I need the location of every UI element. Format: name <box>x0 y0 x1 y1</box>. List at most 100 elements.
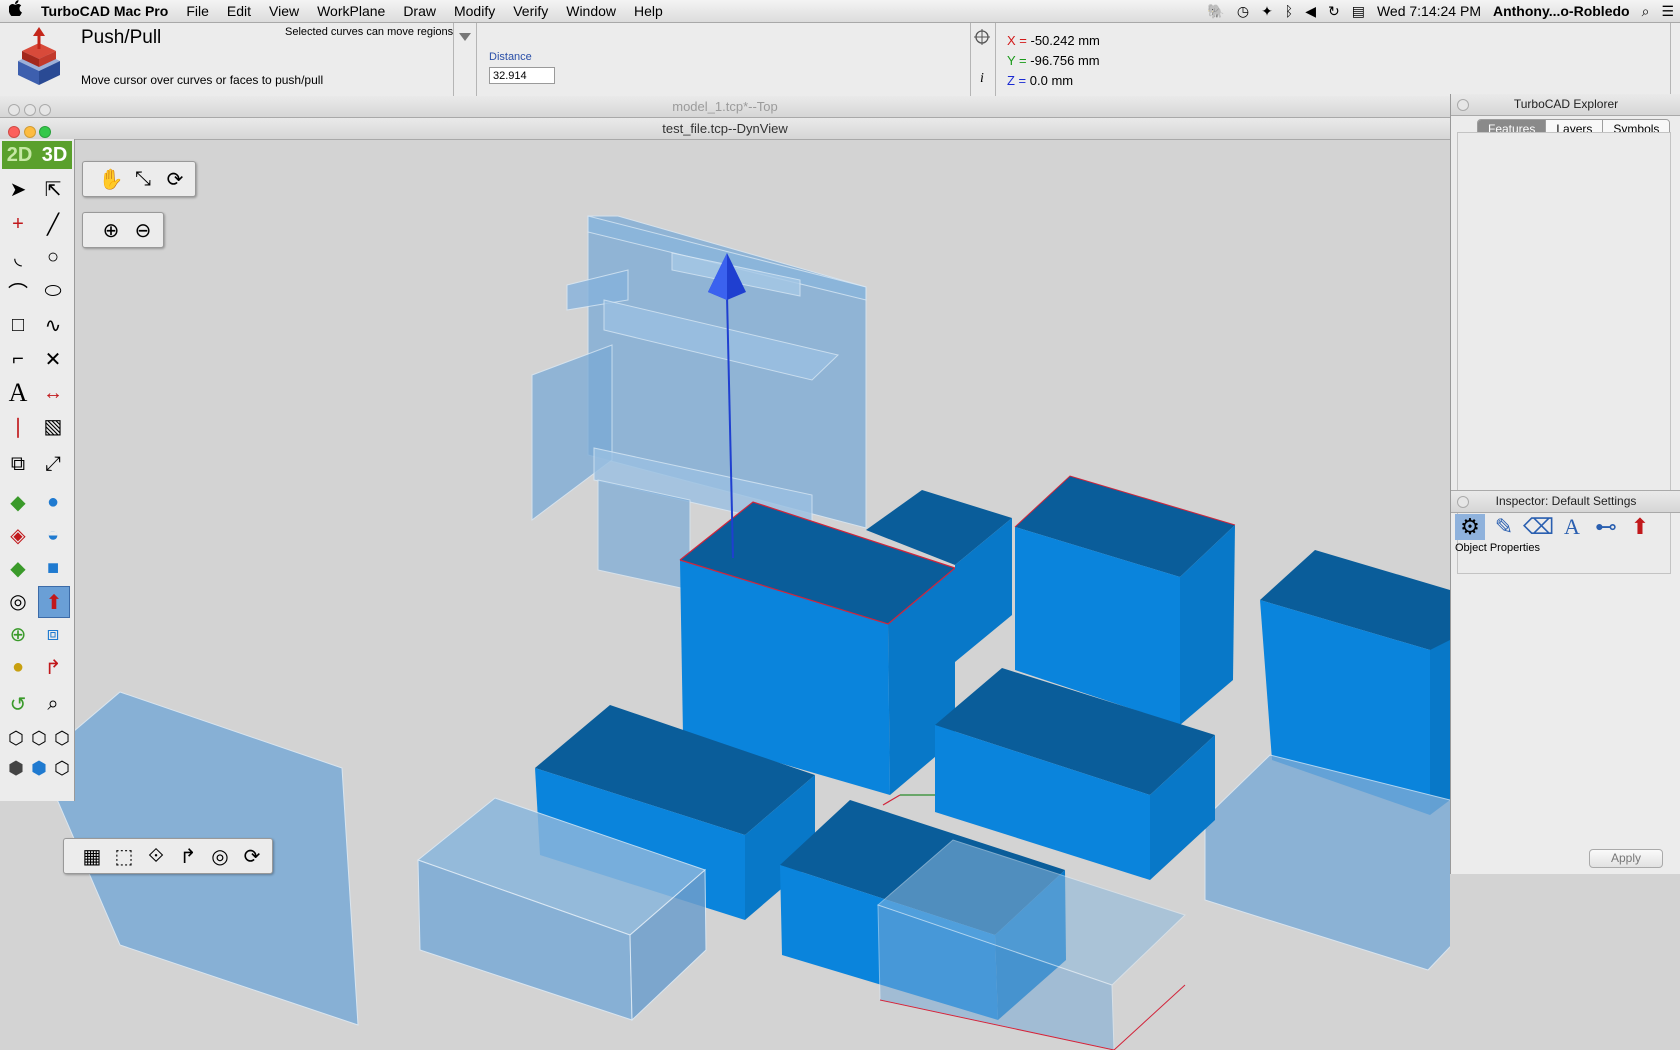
snap-target-icon[interactable] <box>974 29 990 48</box>
back-window-title: model_1.tcp*--Top <box>672 99 778 114</box>
info-icon[interactable]: i <box>980 71 984 87</box>
object-properties-icon[interactable]: ⚙ <box>1455 514 1485 540</box>
evernote-icon[interactable]: 🐘 <box>1201 3 1230 20</box>
menu-help[interactable]: Help <box>625 0 672 22</box>
sweep-tool-icon[interactable]: ◎ <box>3 586 33 616</box>
insert-tool-icon[interactable]: ↱ <box>38 652 68 682</box>
explorer-close-button[interactable] <box>1457 99 1469 111</box>
point-tool-icon[interactable]: + <box>3 209 33 239</box>
orbit-view-icon[interactable]: ⟳ <box>161 167 189 192</box>
curve-tool-icon[interactable]: ⌒ <box>3 276 33 306</box>
distance-field[interactable] <box>489 67 555 84</box>
loft-tool-icon[interactable]: ◆ <box>3 553 33 583</box>
quick-render-view-icon[interactable]: ⬡ <box>47 723 77 753</box>
section-tool-icon[interactable]: ⧈ <box>38 619 68 649</box>
spotlight-search-icon[interactable]: ⌕ <box>1636 3 1656 20</box>
direct-select-icon[interactable]: ⇱ <box>38 174 68 204</box>
zoom-button[interactable] <box>39 104 52 116</box>
time-machine-icon[interactable]: ◷ <box>1231 3 1255 20</box>
boolean-tool-icon[interactable]: ◒ <box>38 520 68 550</box>
navigation-palette: ✋ ⤡ ⟳ <box>82 161 196 197</box>
refresh-icon[interactable]: ⟳ <box>238 844 266 869</box>
marker-tool-icon[interactable]: ❘ <box>3 411 33 441</box>
add-part-icon[interactable]: ⊕ <box>3 619 33 649</box>
pan-hand-icon[interactable]: ✋ <box>97 167 125 192</box>
scale-tool-icon[interactable]: ⧉ <box>3 449 33 479</box>
dimension-properties-icon[interactable]: ⊷ <box>1591 514 1621 540</box>
close-button[interactable] <box>8 104 20 116</box>
circle-tool-icon[interactable]: ○ <box>38 242 68 272</box>
menu-edit[interactable]: Edit <box>218 0 260 22</box>
rotate-selection-icon[interactable]: ⟐ <box>142 845 170 868</box>
apply-button[interactable]: Apply <box>1589 849 1663 868</box>
mode-switch[interactable]: 2D 3D <box>2 141 72 169</box>
menu-verify[interactable]: Verify <box>504 0 557 22</box>
zoom-window-icon[interactable]: ⤡ <box>129 168 157 191</box>
dimension-tool-icon[interactable]: ↔ <box>38 378 68 408</box>
inspector-close-button[interactable] <box>1457 496 1469 508</box>
tool-palette: 2D 3D ➤ ⇱ + ╱ ◟ ○ ⌒ ⬭ □ ∿ ⌐ ✕ A ↔ ❘ ▧ ⧉ … <box>0 139 75 801</box>
mode-2d-button[interactable]: 2D <box>7 144 33 167</box>
apple-menu-icon[interactable] <box>0 0 32 22</box>
explorer-titlebar[interactable]: TurboCAD Explorer <box>1451 94 1680 116</box>
bluetooth-icon[interactable]: ᛒ <box>1279 3 1299 19</box>
render-properties-icon[interactable]: ⬆ <box>1625 514 1655 540</box>
notification-center-icon[interactable]: ☰ <box>1655 3 1680 20</box>
minimize-button[interactable] <box>23 126 36 138</box>
back-window-titlebar[interactable]: model_1.tcp*--Top <box>0 96 1450 118</box>
push-pull-tool-button[interactable]: ⬆ <box>38 586 70 618</box>
clock[interactable]: Wed 7:14:24 PM <box>1371 3 1487 19</box>
circle-snap-icon[interactable]: ◎ <box>206 844 234 869</box>
dropbox-icon[interactable]: ✦ <box>1255 3 1279 20</box>
rectangle-tool-icon[interactable]: □ <box>3 310 33 340</box>
line-tool-icon[interactable]: ╱ <box>38 209 68 239</box>
close-button[interactable] <box>8 126 20 138</box>
trim-tool-icon[interactable]: ✕ <box>38 344 68 374</box>
sync-icon[interactable]: ↻ <box>1322 3 1346 20</box>
fillet-tool-icon[interactable]: ⌐ <box>3 344 33 374</box>
select-region-icon[interactable]: ⬚ <box>110 844 138 869</box>
tool-name: Push/Pull <box>81 27 162 48</box>
front-window-titlebar[interactable]: test_file.tcp--DynView <box>0 118 1450 140</box>
orbit-tool-icon[interactable]: ↺ <box>3 689 33 719</box>
text-properties-icon[interactable]: A <box>1557 514 1587 540</box>
extrude-tool-icon[interactable]: ◆ <box>3 487 33 517</box>
select-arrow-icon[interactable]: ➤ <box>3 174 33 204</box>
menu-workplane[interactable]: WorkPlane <box>308 0 394 22</box>
drawing-viewport[interactable] <box>0 140 1450 1050</box>
arc-tool-icon[interactable]: ◟ <box>3 242 33 272</box>
render-tool-icon[interactable]: ● <box>3 652 33 682</box>
hatch-tool-icon[interactable]: ▧ <box>38 411 68 441</box>
menu-modify[interactable]: Modify <box>445 0 504 22</box>
tool-options-dropdown[interactable] <box>458 30 472 45</box>
zoom-button[interactable] <box>39 126 52 138</box>
volume-icon[interactable]: ◀ <box>1299 3 1322 20</box>
revolve-tool-icon[interactable]: ◈ <box>3 520 33 550</box>
zoom-tool-icon[interactable]: ⌕ <box>38 689 68 719</box>
spline-tool-icon[interactable]: ∿ <box>38 310 68 340</box>
sphere-tool-icon[interactable]: ● <box>38 487 68 517</box>
calendar-icon[interactable]: ▤ <box>1346 3 1371 20</box>
view-layout-icon[interactable]: ▦ <box>78 844 106 869</box>
text-tool-icon[interactable]: A <box>3 378 33 408</box>
menu-file[interactable]: File <box>177 0 218 22</box>
z-axis-label: Z = <box>1007 73 1027 88</box>
minimize-button[interactable] <box>23 104 36 116</box>
transform-tool-icon[interactable]: ⤢ <box>38 449 68 479</box>
menu-view[interactable]: View <box>260 0 308 22</box>
zoom-out-icon[interactable]: ⊖ <box>129 218 157 243</box>
inspector-titlebar[interactable]: Inspector: Default Settings <box>1451 490 1680 513</box>
mode-3d-button[interactable]: 3D <box>42 144 68 167</box>
app-menu[interactable]: TurboCAD Mac Pro <box>32 0 177 22</box>
align-icon[interactable]: ↱ <box>174 844 202 869</box>
zoom-in-icon[interactable]: ⊕ <box>97 218 125 243</box>
menu-draw[interactable]: Draw <box>394 0 445 22</box>
render-view-icon[interactable]: ⬡ <box>47 753 77 783</box>
box-tool-icon[interactable]: ■ <box>38 553 68 583</box>
ellipse-tool-icon[interactable]: ⬭ <box>38 276 68 306</box>
user-name[interactable]: Anthony...o-Robledo <box>1487 3 1636 19</box>
menu-window[interactable]: Window <box>557 0 625 22</box>
pen-properties-icon[interactable]: ✎ <box>1489 514 1519 540</box>
y-coordinate: -96.756 mm <box>1030 53 1100 68</box>
brush-properties-icon[interactable]: ⌫ <box>1523 514 1554 540</box>
